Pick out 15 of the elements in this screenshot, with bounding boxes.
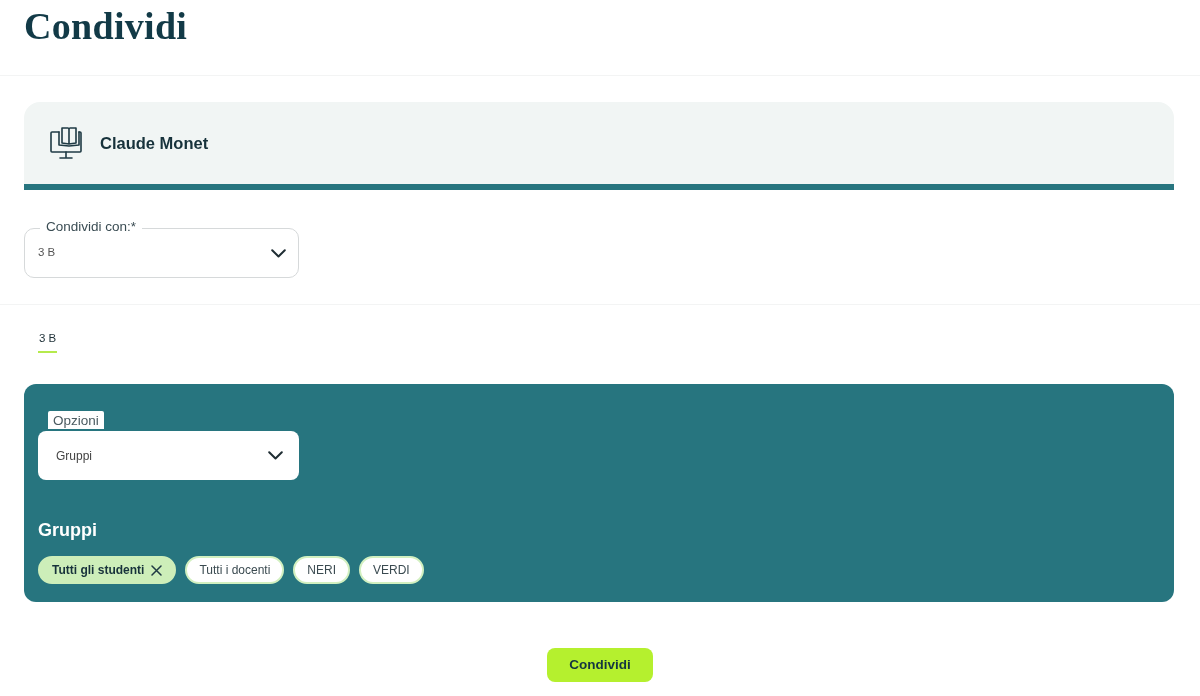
chevron-down-icon xyxy=(268,451,283,460)
share-button[interactable]: Condividi xyxy=(547,648,653,682)
class-tab[interactable]: 3 B xyxy=(38,329,58,353)
group-chip[interactable]: NERI xyxy=(293,556,351,584)
page-title: Condividi xyxy=(24,4,188,48)
monitor-book-icon xyxy=(50,127,82,159)
group-chip[interactable]: Tutti i docenti xyxy=(185,556,285,584)
group-chip[interactable]: VERDI xyxy=(359,556,424,584)
close-icon xyxy=(151,564,163,576)
chevron-down-icon xyxy=(271,248,286,258)
field-label: Opzioni xyxy=(48,411,104,429)
options-select[interactable]: Gruppi xyxy=(38,431,299,480)
resource-title: Claude Monet xyxy=(100,132,209,154)
group-chip[interactable]: Tutti gli studenti xyxy=(38,556,177,584)
section-heading: Gruppi xyxy=(38,519,97,542)
